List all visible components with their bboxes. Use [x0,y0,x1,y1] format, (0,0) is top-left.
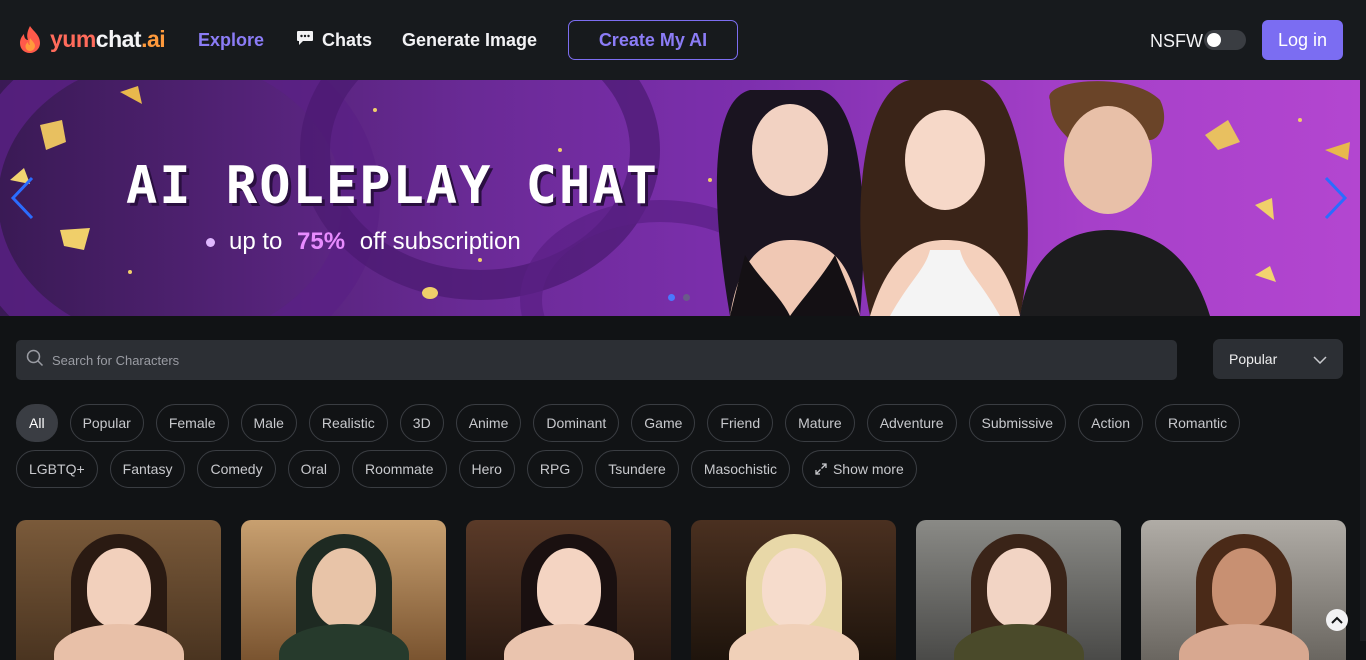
pagination-dot[interactable] [683,294,690,301]
banner-title: AI ROLEPLAY CHAT [126,156,659,216]
character-grid [16,520,1346,660]
banner-pagination [668,294,690,301]
tag-chip[interactable]: Popular [69,404,144,442]
show-more-button[interactable]: Show more [801,450,917,488]
top-header: yumchat.ai Explore Chats Generate Image … [0,0,1366,80]
tag-chip[interactable]: Action [1078,404,1144,442]
character-card[interactable] [1141,520,1346,660]
tag-chip[interactable]: Submissive [968,404,1067,442]
search-bar [16,340,1177,380]
card-image [536,548,601,628]
character-card[interactable] [16,520,221,660]
chevron-right-icon [1324,176,1348,220]
banner-next-button[interactable] [1324,176,1348,220]
card-image [986,548,1051,628]
create-my-ai-button[interactable]: Create My AI [568,20,738,60]
logo-text-part1: yum [50,25,96,52]
logo-text-part3: .ai [141,25,166,52]
tag-chip[interactable]: Hero [458,450,515,488]
tag-filter-row: All Popular Female Male Realistic 3D Anime Domi… [16,404,1241,442]
banner-subtitle-suffix: off subscription [353,228,521,255]
card-image [86,548,151,628]
nsfw-label: NSFW [1150,31,1203,51]
tag-chip[interactable]: Mature [785,404,855,442]
card-image [311,548,376,628]
chat-bubble-icon [296,30,314,51]
tag-chip[interactable]: Comedy [197,450,276,488]
banner-prev-button[interactable] [10,176,34,220]
sort-selected-value: Popular [1229,351,1278,367]
nav-chats[interactable]: Chats [296,30,372,51]
banner-discount: 75% [297,228,346,255]
pagination-dot[interactable] [668,294,675,301]
chevron-up-icon [1331,616,1343,624]
tag-chip[interactable]: Friend [707,404,774,442]
logo[interactable]: yumchat.ai [16,24,166,54]
character-card[interactable] [691,520,896,660]
logo-text-part2: chat [95,25,142,52]
tag-chip[interactable]: Romantic [1155,404,1241,442]
nsfw-toggle[interactable] [1204,30,1246,50]
tag-chip[interactable]: Roommate [352,450,447,488]
search-input[interactable] [52,352,652,368]
search-icon [26,349,44,372]
nav-chats-label: Chats [322,30,373,50]
banner-characters-illustration [716,80,1210,316]
page-scrollbar[interactable] [1360,0,1366,641]
tag-chip[interactable]: Male [240,404,297,442]
tag-chip[interactable]: Fantasy [109,450,186,488]
character-card[interactable] [241,520,446,660]
tag-chip[interactable]: Dominant [533,404,620,442]
banner-subtitle: up to 75% off subscription [206,228,521,256]
tag-chip[interactable]: Game [631,404,696,442]
tag-chip[interactable]: Female [155,404,229,442]
card-image [1211,548,1276,628]
nav-explore[interactable]: Explore [198,30,264,51]
tag-chip[interactable]: Tsundere [595,450,679,488]
tag-chip[interactable]: Masochistic [690,450,790,488]
sort-dropdown[interactable]: Popular [1213,339,1343,379]
expand-icon [815,463,827,475]
tag-chip[interactable]: LGBTQ+ [16,450,98,488]
logo-wordmark: yumchat.ai [50,25,166,53]
tag-chip[interactable]: All [16,404,58,442]
banner-subtitle-prefix: up to [229,228,290,255]
chevron-down-icon [1313,351,1327,367]
tag-filter-row: LGBTQ+ Fantasy Comedy Oral Roommate Hero RPG Ts… [16,450,917,488]
tag-chip[interactable]: Adventure [866,404,957,442]
tag-chip[interactable]: 3D [399,404,444,442]
scroll-to-top-button[interactable] [1326,609,1348,631]
tag-chip[interactable]: Anime [455,404,522,442]
show-more-label: Show more [832,461,904,477]
flame-logo-icon [16,24,44,54]
hero-banner[interactable]: AI ROLEPLAY CHAT up to 75% off subscript… [0,80,1360,316]
nsfw-toggle-knob [1207,33,1221,47]
chevron-left-icon [10,176,34,220]
tag-chip[interactable]: Realistic [308,404,388,442]
card-image [761,548,826,628]
bullet-dot-icon [206,237,215,247]
character-card[interactable] [916,520,1121,660]
tag-chip[interactable]: Oral [287,450,341,488]
character-card[interactable] [466,520,671,660]
login-button[interactable]: Log in [1262,20,1343,60]
nav-generate-image[interactable]: Generate Image [402,30,537,51]
tag-chip[interactable]: RPG [526,450,584,488]
